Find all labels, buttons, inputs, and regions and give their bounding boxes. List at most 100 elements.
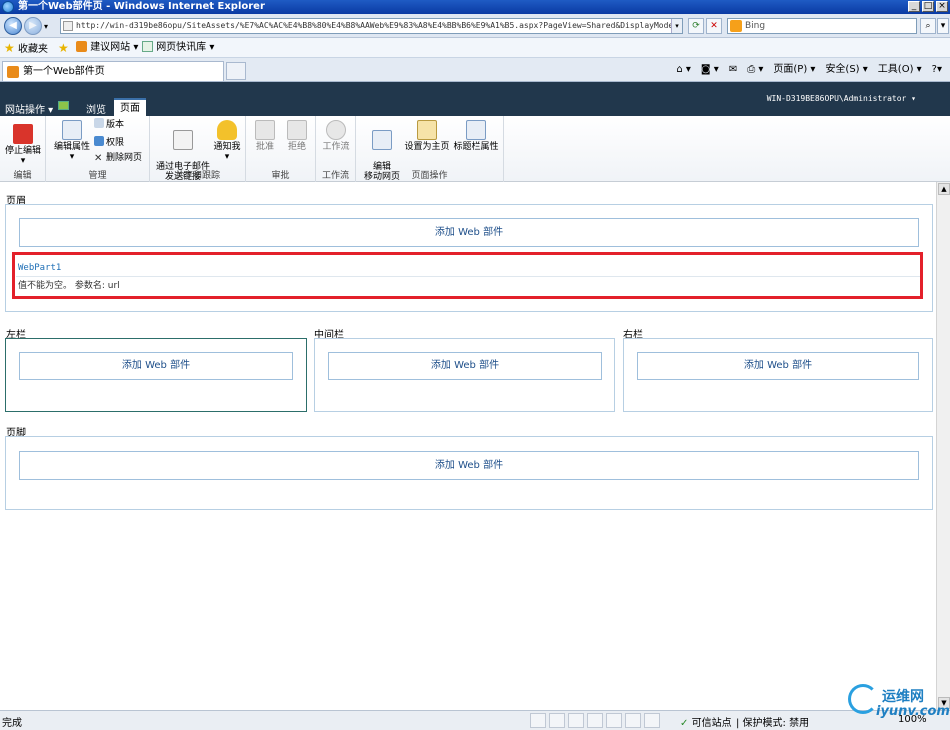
stop-button[interactable]: ✕ [706,18,722,34]
sharepoint-header: 网站操作 ▾ 浏览 页面 WIN-D319BE86OPU\Administrat… [0,82,950,116]
status-cell [530,713,546,728]
sharepoint-tab-icon [7,66,19,78]
maximize-button[interactable]: □ [922,1,934,12]
approve-button[interactable]: 批准 [252,120,278,152]
favorites-button[interactable]: ★ 收藏夹 [4,41,48,57]
history-dropdown-icon[interactable]: ▾ [44,22,48,31]
group-label-edit: 编辑 [13,171,32,181]
set-home-page-button[interactable]: 设置为主页 [404,120,450,152]
reject-button[interactable]: 拒绝 [284,120,310,152]
web-slice-icon [142,41,153,52]
safety-menu[interactable]: 安全(S) ▾ [825,62,867,78]
back-button[interactable]: ◀ [4,17,22,35]
webpart-error-message: 值不能为空。 参数名: url [18,281,120,291]
delete-page-button[interactable]: ✕ 删除网页 [94,153,142,164]
scroll-up-icon[interactable]: ▲ [938,183,950,195]
title-bar-properties-button[interactable]: 标题栏属性 [452,120,500,152]
minimize-button[interactable]: _ [908,1,920,12]
webpart-title[interactable]: WebPart1 [18,263,61,273]
search-placeholder: Bing [745,21,766,31]
forward-button[interactable]: ▶ [24,17,42,35]
status-cell [549,713,565,728]
versions-icon [94,118,104,128]
window-title: 第一个Web部件页 - Windows Internet Explorer [18,1,265,12]
group-label-approval: 审批 [271,171,290,181]
status-bar: 完成 ✓ 可信站点 | 保护模式: 禁用 100% [0,710,950,730]
close-button[interactable]: × [936,1,948,12]
add-web-part-footer[interactable]: 添加 Web 部件 [19,451,919,480]
versions-button[interactable]: 版本 [94,118,124,131]
search-icon[interactable]: ⌕ [920,18,936,34]
navigate-up-icon[interactable] [58,101,69,110]
ribbon-group-page-actions: 编辑 移动网页 设置为主页 标题栏属性 页面操作 [356,116,504,182]
permissions-icon [94,136,104,146]
feeds-icon[interactable]: ◙ ▾ [701,62,719,78]
search-options-icon[interactable]: ▾ [937,18,949,34]
browser-tab-label: 第一个Web部件页 [23,66,105,77]
security-zone[interactable]: ✓ 可信站点 [680,714,732,729]
ie-logo-icon [2,1,14,13]
edit-properties-button[interactable]: 编辑属性 ▾ [52,120,92,162]
group-label-workflow: 工作流 [321,171,349,181]
check-icon: ✓ [680,718,689,729]
edit-properties-icon [62,120,82,140]
alert-bell-icon [217,120,237,140]
reject-icon [287,120,307,140]
search-box[interactable]: Bing [727,18,917,34]
page-content: 页眉 添加 Web 部件 WebPart1 值不能为空。 参数名: url 左栏… [0,182,936,710]
alert-me-button[interactable]: 通知我 ▾ [212,120,242,162]
home-page-icon [417,120,437,140]
ribbon: 停止编辑 ▾ 编辑 编辑属性 ▾ 版本 权限 ✕ 删除网页 管理 通过电子邮件 发送链… [0,116,950,182]
status-text: 完成 [2,718,22,729]
group-label-page-actions: 页面操作 [411,171,448,181]
protected-mode: | 保护模式: 禁用 [736,718,810,729]
approve-icon [255,120,275,140]
address-url[interactable]: http://win-d319be86opu/SiteAssets/%E7%AC… [76,19,676,33]
star-icon: ★ [4,41,15,55]
address-bar[interactable]: http://win-d319be86opu/SiteAssets/%E7%AC… [60,18,683,34]
ie-site-icon [76,41,87,52]
title-bar: 第一个Web部件页 - Windows Internet Explorer _ … [0,0,950,14]
page-menu[interactable]: 页面(P) ▾ [773,62,815,78]
webpart-divider [16,276,920,277]
add-web-part-right[interactable]: 添加 Web 部件 [637,352,919,380]
tools-menu[interactable]: 工具(O) ▾ [878,62,922,78]
help-menu[interactable]: ?▾ [932,62,942,78]
suggested-sites-link[interactable]: 建议网站 ▾ [76,41,138,55]
edit-mobile-icon [372,130,392,150]
tab-row: 第一个Web部件页 ⌂ ▾ ◙ ▾ ✉ ⎙ ▾ 页面(P) ▾ 安全(S) ▾ … [0,58,950,82]
ribbon-group-workflow: 工作流 工作流 [316,116,356,182]
status-cell [568,713,584,728]
stop-editing-button[interactable]: 停止编辑 ▾ [4,124,42,166]
workflow-icon [326,120,346,140]
add-web-part-header[interactable]: 添加 Web 部件 [19,218,919,247]
delete-icon: ✕ [94,153,103,164]
stop-editing-icon [13,124,33,144]
address-dropdown-icon[interactable]: ▾ [671,19,682,33]
favorites-bar: ★ 收藏夹 ★ 建议网站 ▾ 网页快讯库 ▾ [0,38,950,58]
permissions-button[interactable]: 权限 [94,136,124,149]
new-tab-button[interactable] [226,62,246,80]
ribbon-group-share: 通过电子邮件 发送链接 通知我 ▾ 共享和跟踪 [150,116,246,182]
group-label-share: 共享和跟踪 [174,171,220,181]
status-cell [606,713,622,728]
add-web-part-left[interactable]: 添加 Web 部件 [19,352,293,380]
workflows-button[interactable]: 工作流 [320,120,352,152]
user-menu[interactable]: WIN-D319BE86OPU\Administrator ▾ [767,94,916,103]
tab-page[interactable]: 页面 [114,98,146,116]
browser-tab[interactable]: 第一个Web部件页 [2,61,224,81]
tab-browse[interactable]: 浏览 [86,101,106,116]
watermark-line2: iyunv.com [876,704,950,719]
site-actions-menu[interactable]: 网站操作 ▾ [5,101,53,116]
page-favicon-icon [63,21,73,31]
add-web-part-middle[interactable]: 添加 Web 部件 [328,352,602,380]
mail-icon[interactable]: ✉ [729,62,737,78]
add-favorite-icon[interactable]: ★ [58,41,69,57]
refresh-button[interactable]: ⟳ [688,18,704,34]
status-cell [587,713,603,728]
watermark-line1: 运维网 [882,689,924,705]
home-icon[interactable]: ⌂ ▾ [676,62,691,78]
vertical-scrollbar[interactable]: ▲ ▼ [936,182,950,710]
web-slice-gallery-link[interactable]: 网页快讯库 ▾ [142,41,214,55]
print-icon[interactable]: ⎙ ▾ [747,62,763,78]
